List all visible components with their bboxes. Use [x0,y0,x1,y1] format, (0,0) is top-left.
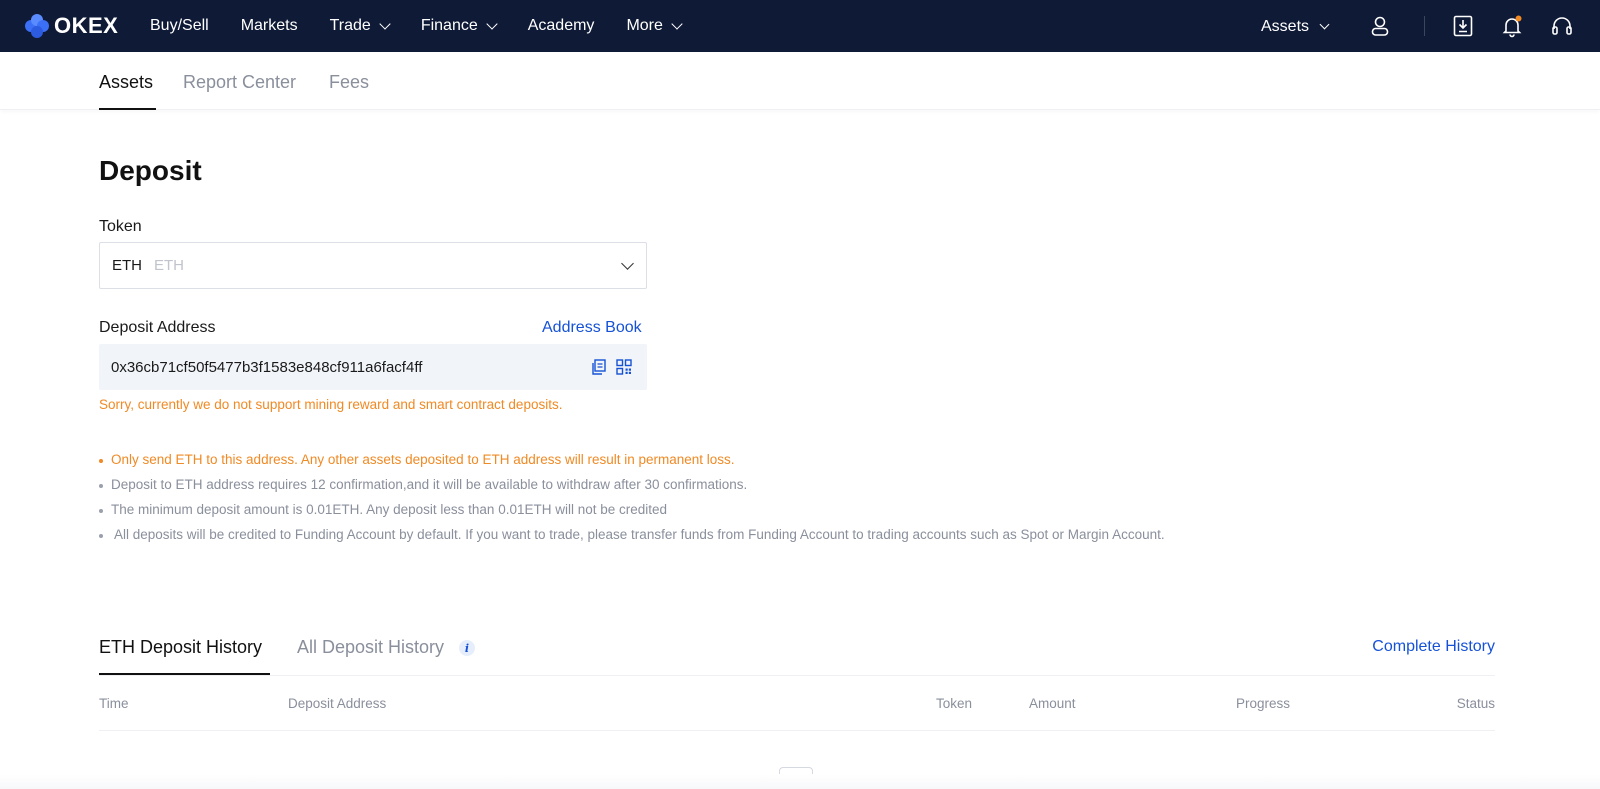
nav-item-markets[interactable]: Markets [241,17,298,35]
column-header-token: Token [936,696,973,711]
headset-icon[interactable] [1550,14,1574,38]
deposit-address-box: 0x36cb71cf50f5477b3f1583e848cf911a6facf4… [99,344,647,390]
tab-report-center[interactable]: Report Center [183,72,296,93]
okex-logo[interactable]: OKEX [22,12,118,40]
deposit-note-text: Deposit to ETH address requires 12 confi… [111,477,748,492]
tab-assets[interactable]: Assets [99,72,153,93]
deposit-address-label: Deposit Address [99,319,216,336]
page-title: Deposit [99,155,202,186]
nav-item-buy-sell[interactable]: Buy/Sell [150,17,209,35]
deposit-note-text: All deposits will be credited to Funding… [111,527,1165,542]
table-header-divider [99,730,1495,731]
qr-code-icon[interactable] [615,358,633,376]
tab-fees[interactable]: Fees [329,72,369,93]
chevron-down-icon [671,17,683,30]
nav-item-trade[interactable]: Trade [329,17,391,35]
deposit-note-text: The minimum deposit amount is 0.01ETH. A… [111,502,668,517]
top-navbar: OKEX Buy/Sell Markets Trade Finance Acad… [0,0,1600,52]
token-select[interactable]: ETH ETH [99,242,647,289]
bottom-fade [0,774,1600,789]
bullet-icon [99,509,103,513]
deposit-note-item: All deposits will be credited to Funding… [99,527,1165,552]
brand-name: OKEX [54,13,119,38]
copy-icon[interactable] [590,358,608,376]
active-tab-indicator [99,108,156,110]
nav-item-label: Academy [527,17,595,34]
column-header-progress: Progress [1236,696,1291,711]
column-header-status: Status [1456,696,1495,711]
deposit-notes: Only send ETH to this address. Any other… [99,452,1165,552]
main-nav: Buy/Sell Markets Trade Finance Academy M… [150,0,713,52]
bullet-icon [99,534,103,538]
contract-deposit-warning: Sorry, currently we do not support minin… [99,397,563,412]
deposit-note-text: Only send ETH to this address. Any other… [111,452,735,467]
bullet-icon [99,484,103,488]
bell-icon[interactable] [1500,14,1524,38]
history-divider [99,675,1495,676]
deposit-note-item: Deposit to ETH address requires 12 confi… [99,477,1165,502]
nav-item-finance[interactable]: Finance [420,17,498,35]
column-header-time: Time [99,696,129,711]
assets-menu[interactable]: Assets [1261,18,1330,36]
nav-item-academy[interactable]: Academy [528,17,595,35]
deposit-note-item: The minimum deposit amount is 0.01ETH. A… [99,502,1165,527]
chevron-down-icon [621,257,634,270]
user-icon[interactable] [1368,14,1392,38]
deposit-address-value: 0x36cb71cf50f5477b3f1583e848cf911a6facf4… [111,358,423,376]
nav-item-label: Trade [329,17,371,34]
complete-history-link[interactable]: Complete History [1372,638,1495,656]
token-select-subtext: ETH [154,257,184,274]
column-header-deposit-address: Deposit Address [288,696,387,711]
chevron-down-icon [379,17,391,30]
bullet-icon [99,459,103,463]
address-book-link[interactable]: Address Book [542,319,642,337]
chevron-down-icon [486,17,498,30]
tab-all-deposit-history[interactable]: All Deposit History [297,637,444,658]
sub-tabs: Assets Report Center Fees [0,52,1600,110]
column-header-amount: Amount [1029,696,1076,711]
nav-item-label: Finance [420,17,478,34]
okex-logo-icon [25,14,49,38]
tab-eth-deposit-history[interactable]: ETH Deposit History [99,637,262,658]
token-select-value: ETH [112,257,142,274]
download-icon[interactable] [1451,14,1475,38]
assets-menu-label: Assets [1261,18,1310,35]
deposit-note-item: Only send ETH to this address. Any other… [99,452,1165,477]
nav-item-label: Markets [240,17,298,34]
nav-item-more[interactable]: More [626,17,683,35]
nav-item-label: More [626,17,663,34]
nav-divider [1424,16,1425,36]
chevron-down-icon [1319,19,1330,30]
nav-item-label: Buy/Sell [150,17,209,34]
info-icon[interactable]: i [459,640,475,656]
token-label: Token [99,218,142,235]
